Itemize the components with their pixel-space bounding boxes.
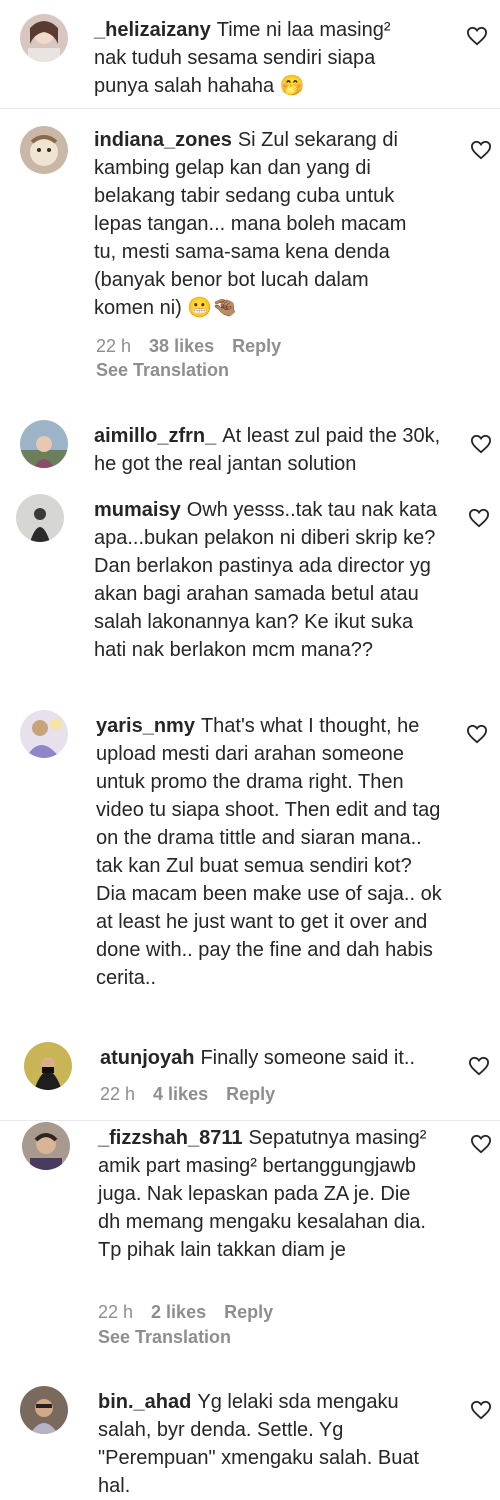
- comment-meta: 22 h 38 likes Reply: [96, 336, 299, 357]
- see-translation-link[interactable]: See Translation: [96, 360, 229, 381]
- comment-body: That's what I thought, he upload mesti d…: [96, 715, 442, 989]
- reply-button[interactable]: Reply: [226, 1084, 275, 1104]
- heart-icon[interactable]: [470, 1400, 492, 1420]
- username-link[interactable]: yaris_nmy: [96, 715, 195, 737]
- heart-icon[interactable]: [470, 1134, 492, 1154]
- likes-count[interactable]: 2 likes: [151, 1302, 206, 1322]
- avatar[interactable]: [20, 126, 68, 174]
- avatar[interactable]: [22, 1122, 70, 1170]
- username-link[interactable]: atunjoyah: [100, 1047, 194, 1069]
- divider: [0, 108, 500, 109]
- comment-text: _fizzshah_8711 Sepatutnya masing² amik pa…: [98, 1124, 428, 1264]
- reply-button[interactable]: Reply: [232, 336, 281, 356]
- comment-body: Owh yesss..tak tau nak kata apa...bukan …: [94, 499, 437, 661]
- timestamp: 22 h: [100, 1084, 136, 1104]
- avatar[interactable]: [24, 1042, 72, 1090]
- reply-button[interactable]: Reply: [224, 1302, 273, 1322]
- comment-text: indiana_zones Si Zul sekarang di kambing …: [94, 126, 434, 322]
- likes-count[interactable]: 4 likes: [153, 1084, 208, 1104]
- avatar[interactable]: [20, 14, 68, 62]
- heart-icon[interactable]: [468, 1056, 490, 1076]
- avatar[interactable]: [16, 494, 64, 542]
- comment-text: aimillo_zfrn_ At least zul paid the 30k, …: [94, 422, 454, 478]
- comment-meta: 22 h 4 likes Reply: [100, 1084, 293, 1105]
- timestamp: 22 h: [96, 336, 132, 356]
- comment-body: Finally someone said it..: [200, 1047, 415, 1069]
- likes-count[interactable]: 38 likes: [149, 336, 214, 356]
- username-link[interactable]: mumaisy: [94, 499, 181, 521]
- avatar[interactable]: [20, 420, 68, 468]
- comment-text: bin._ahad Yg lelaki sda mengaku salah, by…: [98, 1388, 438, 1500]
- username-link[interactable]: indiana_zones: [94, 129, 232, 151]
- comment-text: mumaisy Owh yesss..tak tau nak kata apa..…: [94, 496, 444, 664]
- heart-icon[interactable]: [468, 508, 490, 528]
- comment-meta: 22 h 2 likes Reply: [98, 1302, 291, 1323]
- timestamp: 22 h: [98, 1302, 134, 1322]
- username-link[interactable]: _fizzshah_8711: [98, 1127, 243, 1149]
- comment-text: yaris_nmy That's what I thought, he uploa…: [96, 712, 446, 992]
- username-link[interactable]: bin._ahad: [98, 1391, 191, 1413]
- username-link[interactable]: _helizaizany: [94, 19, 211, 41]
- see-translation-link[interactable]: See Translation: [98, 1327, 231, 1348]
- comment-body: Si Zul sekarang di kambing gelap kan dan…: [94, 129, 407, 319]
- comment-text: atunjoyah Finally someone said it..: [100, 1044, 450, 1072]
- avatar[interactable]: [20, 710, 68, 758]
- heart-icon[interactable]: [466, 26, 488, 46]
- heart-icon[interactable]: [470, 140, 492, 160]
- heart-icon[interactable]: [466, 724, 488, 744]
- divider: [0, 1120, 500, 1121]
- heart-icon[interactable]: [470, 434, 492, 454]
- username-link[interactable]: aimillo_zfrn_: [94, 425, 216, 447]
- avatar[interactable]: [20, 1386, 68, 1434]
- comment-text: _helizaizany Time ni laa masing² nak tudu…: [94, 16, 424, 100]
